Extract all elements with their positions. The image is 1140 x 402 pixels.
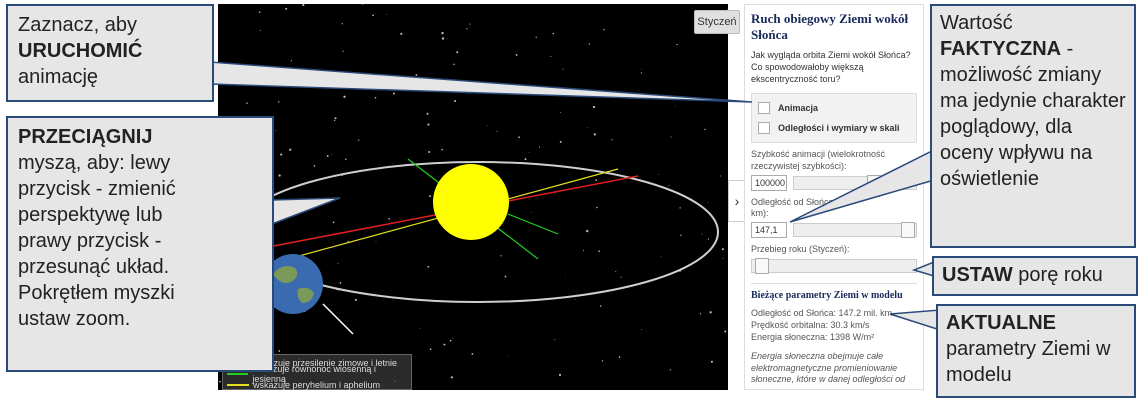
callout-strong: URUCHOMIĆ [18,40,143,62]
callout-current-params: AKTUALNE parametry Ziemi w modelu [936,304,1136,398]
callout-strong: FAKTYCZNA [940,38,1062,60]
pointer-c1 [209,61,753,103]
callout-text: myszą, aby: lewy przycisk - zmienić pers… [18,152,176,330]
pointer-c3 [789,148,935,223]
pointer-c5 [889,309,941,332]
callout-text: porę roku [1012,264,1103,286]
callout-text: Wartość [940,12,1013,34]
callout-text: Zaznacz, aby [18,14,137,36]
pointer-c4 [911,260,935,278]
callout-strong: AKTUALNE [946,312,1056,334]
pointer-c2 [271,197,341,226]
callout-season: USTAW porę roku [932,256,1138,296]
callout-text: animację [18,66,99,88]
callout-animation: Zaznacz, aby URUCHOMIĆ animację [6,4,214,102]
callout-strong: USTAW [942,264,1013,286]
callout-strong: PRZECIĄGNIJ [18,126,153,148]
callout-text: - możliwość zmiany ma jedynie charakter … [940,38,1126,190]
callout-actual-value: Wartość FAKTYCZNA - możliwość zmiany ma … [930,4,1136,248]
callout-drag: PRZECIĄGNIJ myszą, aby: lewy przycisk - … [6,116,274,372]
callout-text: parametry Ziemi w modelu [946,338,1111,386]
